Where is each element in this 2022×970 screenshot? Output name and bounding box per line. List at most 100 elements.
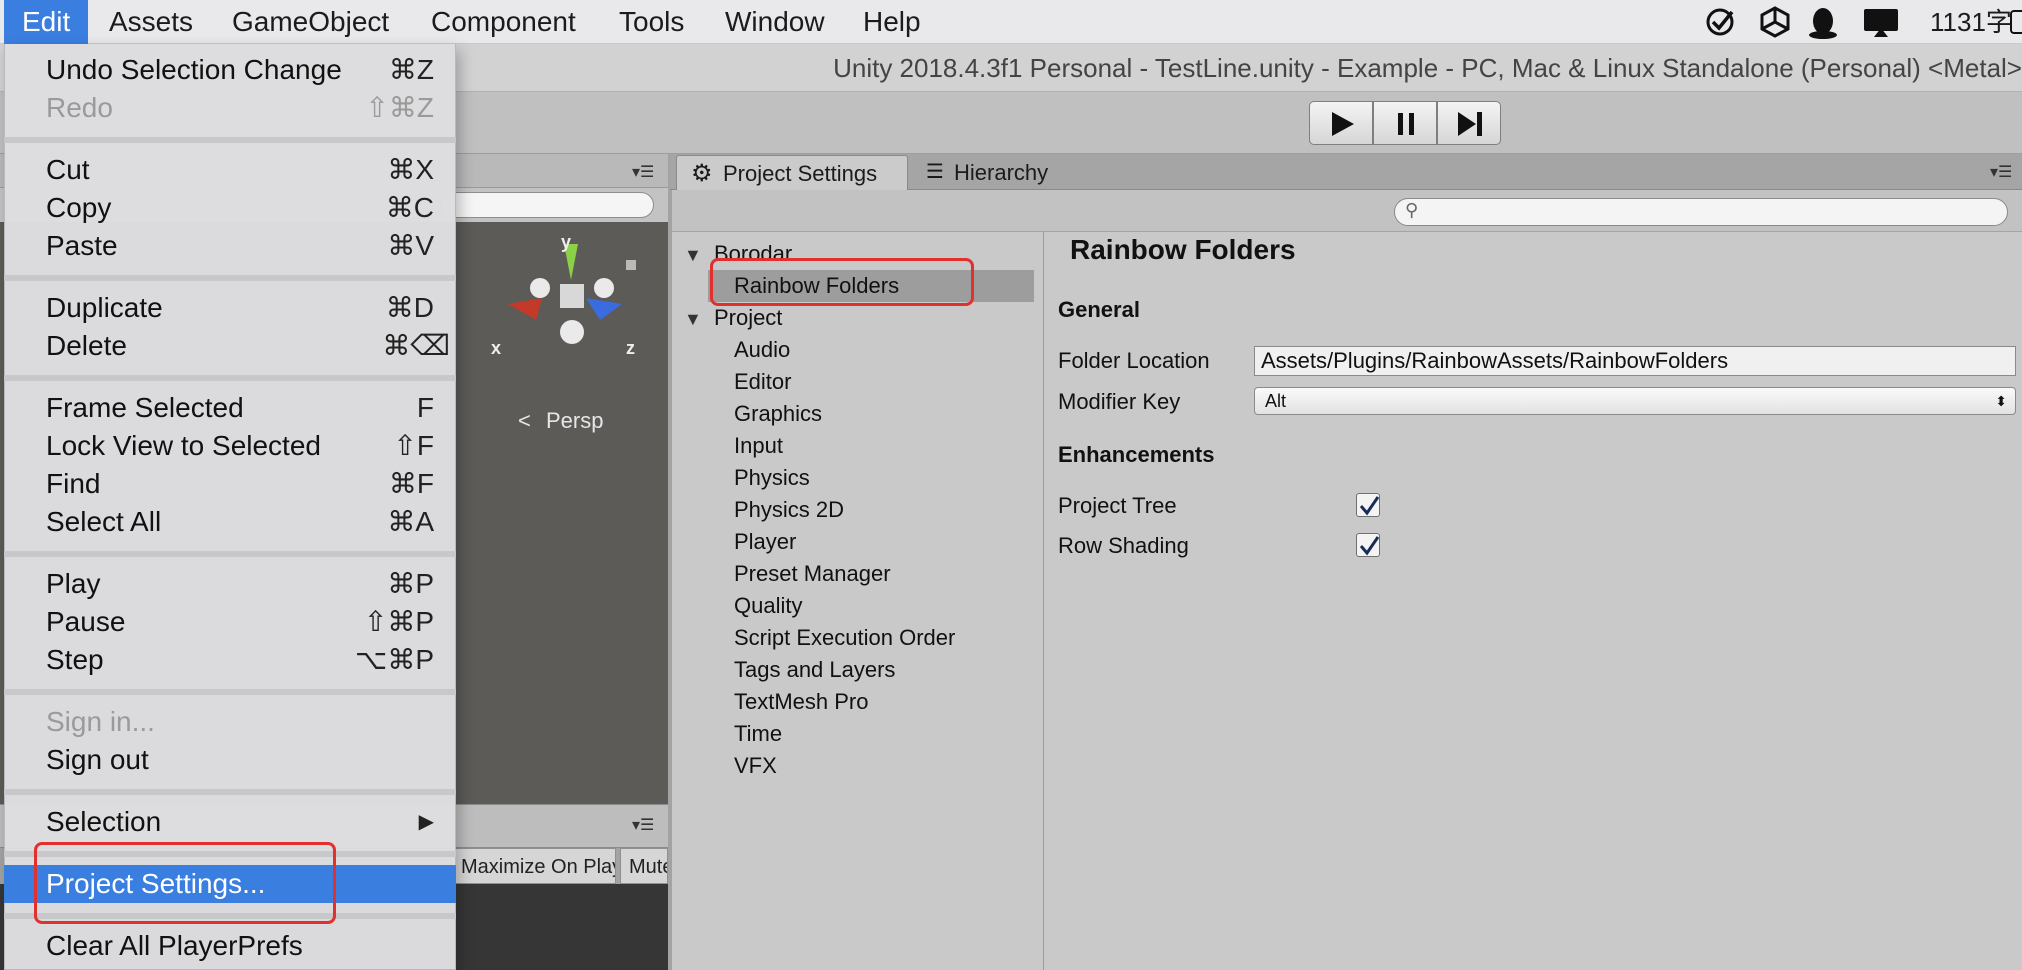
window-title: Unity 2018.4.3f1 Personal - TestLine.uni… [833, 53, 2022, 83]
menu-item-label: Sign in... [46, 706, 155, 737]
menu-item-label: Frame Selected [46, 392, 244, 423]
tab-project-settings-label: Project Settings [723, 161, 878, 186]
menu-item-frame-selected[interactable]: Frame Selected F [4, 389, 456, 427]
input-method-status[interactable]: 1131字 [1930, 0, 2012, 44]
row-shading-checkbox[interactable] [1356, 533, 1380, 557]
menu-item-duplicate[interactable]: Duplicate ⌘D [4, 289, 456, 327]
menu-component[interactable]: Component [413, 0, 594, 44]
persp-label[interactable]: Persp [546, 408, 603, 434]
menu-separator [4, 275, 456, 281]
menu-item-shortcut: ⌘V [387, 230, 434, 261]
menu-item-label: Play [46, 568, 101, 599]
menu-help[interactable]: Help [845, 0, 939, 44]
tree-item-time[interactable]: Time [734, 718, 782, 750]
menu-item-label: Paste [46, 230, 118, 261]
checkmark-icon [1359, 536, 1380, 556]
qq-penguin-icon[interactable] [1806, 4, 1840, 40]
menu-item-redo[interactable]: Redo ⇧⌘Z [4, 89, 456, 127]
task-check-icon[interactable] [1704, 6, 1738, 38]
battery-icon[interactable] [2010, 10, 2022, 34]
tree-item-physics-2d[interactable]: Physics 2D [734, 494, 844, 526]
persp-chevron-icon: < [518, 408, 531, 433]
tree-project[interactable]: ▼ Project [684, 302, 782, 334]
menu-item-sign-in[interactable]: Sign in... [4, 703, 456, 741]
menu-gameobject[interactable]: GameObject [214, 0, 407, 44]
tree-item-tags-and-layers[interactable]: Tags and Layers [734, 654, 895, 686]
step-button[interactable] [1437, 101, 1501, 145]
play-icon [1332, 112, 1354, 136]
menu-item-shortcut: ⌘D [385, 292, 434, 323]
submenu-arrow-icon: ▶ [418, 811, 434, 833]
menu-item-selection[interactable]: Selection ▶ [4, 803, 456, 841]
scene-gizmo[interactable] [496, 232, 646, 382]
settings-content [1044, 232, 2022, 970]
menu-item-paste[interactable]: Paste ⌘V [4, 227, 456, 265]
tree-item-graphics[interactable]: Graphics [734, 398, 822, 430]
menu-edit[interactable]: Edit [4, 0, 89, 44]
scene-search-input[interactable] [440, 192, 654, 218]
tree-item-vfx[interactable]: VFX [734, 750, 777, 782]
settings-search-input[interactable]: ⚲ [1394, 198, 2008, 226]
unity-logo-icon[interactable] [1758, 6, 1792, 38]
menu-item-lock-view[interactable]: Lock View to Selected ⇧F [4, 427, 456, 465]
menu-item-shortcut: ⌘C [385, 192, 434, 223]
menu-item-label: Delete [46, 330, 127, 361]
tree-item-audio[interactable]: Audio [734, 334, 790, 366]
tree-item-editor[interactable]: Editor [734, 366, 791, 398]
ps-panel-options-icon[interactable]: ▾☰ [1990, 162, 2012, 182]
tree-item-textmesh-pro[interactable]: TextMesh Pro [734, 686, 869, 718]
tree-project-label: Project [713, 305, 783, 330]
menu-item-sign-out[interactable]: Sign out [4, 741, 456, 779]
play-button[interactable] [1309, 101, 1373, 145]
tab-project-settings[interactable]: ⚙ Project Settings [676, 155, 908, 190]
tree-item-physics[interactable]: Physics [734, 462, 810, 494]
gizmo-x-label: x [491, 338, 502, 358]
modifier-key-value: Alt [1265, 391, 1287, 411]
select-arrows-icon: ⬍ [1995, 393, 2007, 409]
menu-item-delete[interactable]: Delete ⌘⌫ [4, 327, 456, 365]
screen-mirror-icon[interactable] [1862, 6, 1902, 38]
folder-location-label: Folder Location [1058, 348, 1210, 373]
project-tree-checkbox[interactable] [1356, 493, 1380, 517]
tree-item-player[interactable]: Player [734, 526, 796, 558]
menu-window[interactable]: Window [707, 0, 843, 44]
menu-item-copy[interactable]: Copy ⌘C [4, 189, 456, 227]
search-icon: ⚲ [1405, 200, 1419, 220]
menu-item-clear-playerprefs[interactable]: Clear All PlayerPrefs [4, 927, 456, 965]
tree-item-script-execution-order[interactable]: Script Execution Order [734, 622, 955, 654]
expand-arrow-icon[interactable]: ▼ [684, 309, 702, 329]
menu-item-undo[interactable]: Undo Selection Change ⌘Z [4, 51, 456, 89]
menu-item-label: Step [46, 644, 104, 675]
maximize-on-play-toggle[interactable]: Maximize On Play [452, 848, 616, 884]
menu-item-cut[interactable]: Cut ⌘X [4, 151, 456, 189]
tab-hierarchy[interactable]: ☰ Hierarchy [922, 155, 1082, 190]
menu-item-pause[interactable]: Pause ⇧⌘P [4, 603, 456, 641]
tree-item-input[interactable]: Input [734, 430, 783, 462]
annotation-box-rainbow-folders [710, 258, 974, 306]
menu-item-find[interactable]: Find ⌘F [4, 465, 456, 503]
mute-audio-toggle[interactable]: Mute [620, 848, 668, 884]
menu-separator [4, 789, 456, 795]
tree-item-preset-manager[interactable]: Preset Manager [734, 558, 891, 590]
modifier-key-select[interactable]: Alt ⬍ [1254, 387, 2016, 415]
menu-item-shortcut: ⌥⌘P [355, 644, 434, 675]
settings-tree [672, 232, 1044, 970]
menu-item-label: Copy [46, 192, 112, 223]
game-panel-options-icon[interactable]: ▾☰ [632, 815, 654, 835]
tree-item-quality[interactable]: Quality [734, 590, 802, 622]
menu-assets[interactable]: Assets [91, 0, 211, 44]
menu-tools[interactable]: Tools [601, 0, 702, 44]
menu-item-play[interactable]: Play ⌘P [4, 565, 456, 603]
folder-location-field[interactable]: Assets/Plugins/RainbowAssets/RainbowFold… [1254, 346, 2016, 376]
gizmo-z-label: z [626, 338, 635, 358]
expand-arrow-icon[interactable]: ▼ [684, 245, 702, 265]
menu-item-step[interactable]: Step ⌥⌘P [4, 641, 456, 679]
annotation-box-project-settings [34, 842, 336, 924]
menu-item-label: Pause [46, 606, 126, 637]
menu-item-select-all[interactable]: Select All ⌘A [4, 503, 456, 541]
pause-button[interactable] [1373, 101, 1437, 145]
pause-icon [1398, 113, 1414, 135]
panel-options-icon[interactable]: ▾☰ [632, 162, 654, 182]
menu-item-shortcut: ⇧⌘Z [365, 92, 434, 123]
menu-item-shortcut: ⌘Z [388, 54, 434, 85]
